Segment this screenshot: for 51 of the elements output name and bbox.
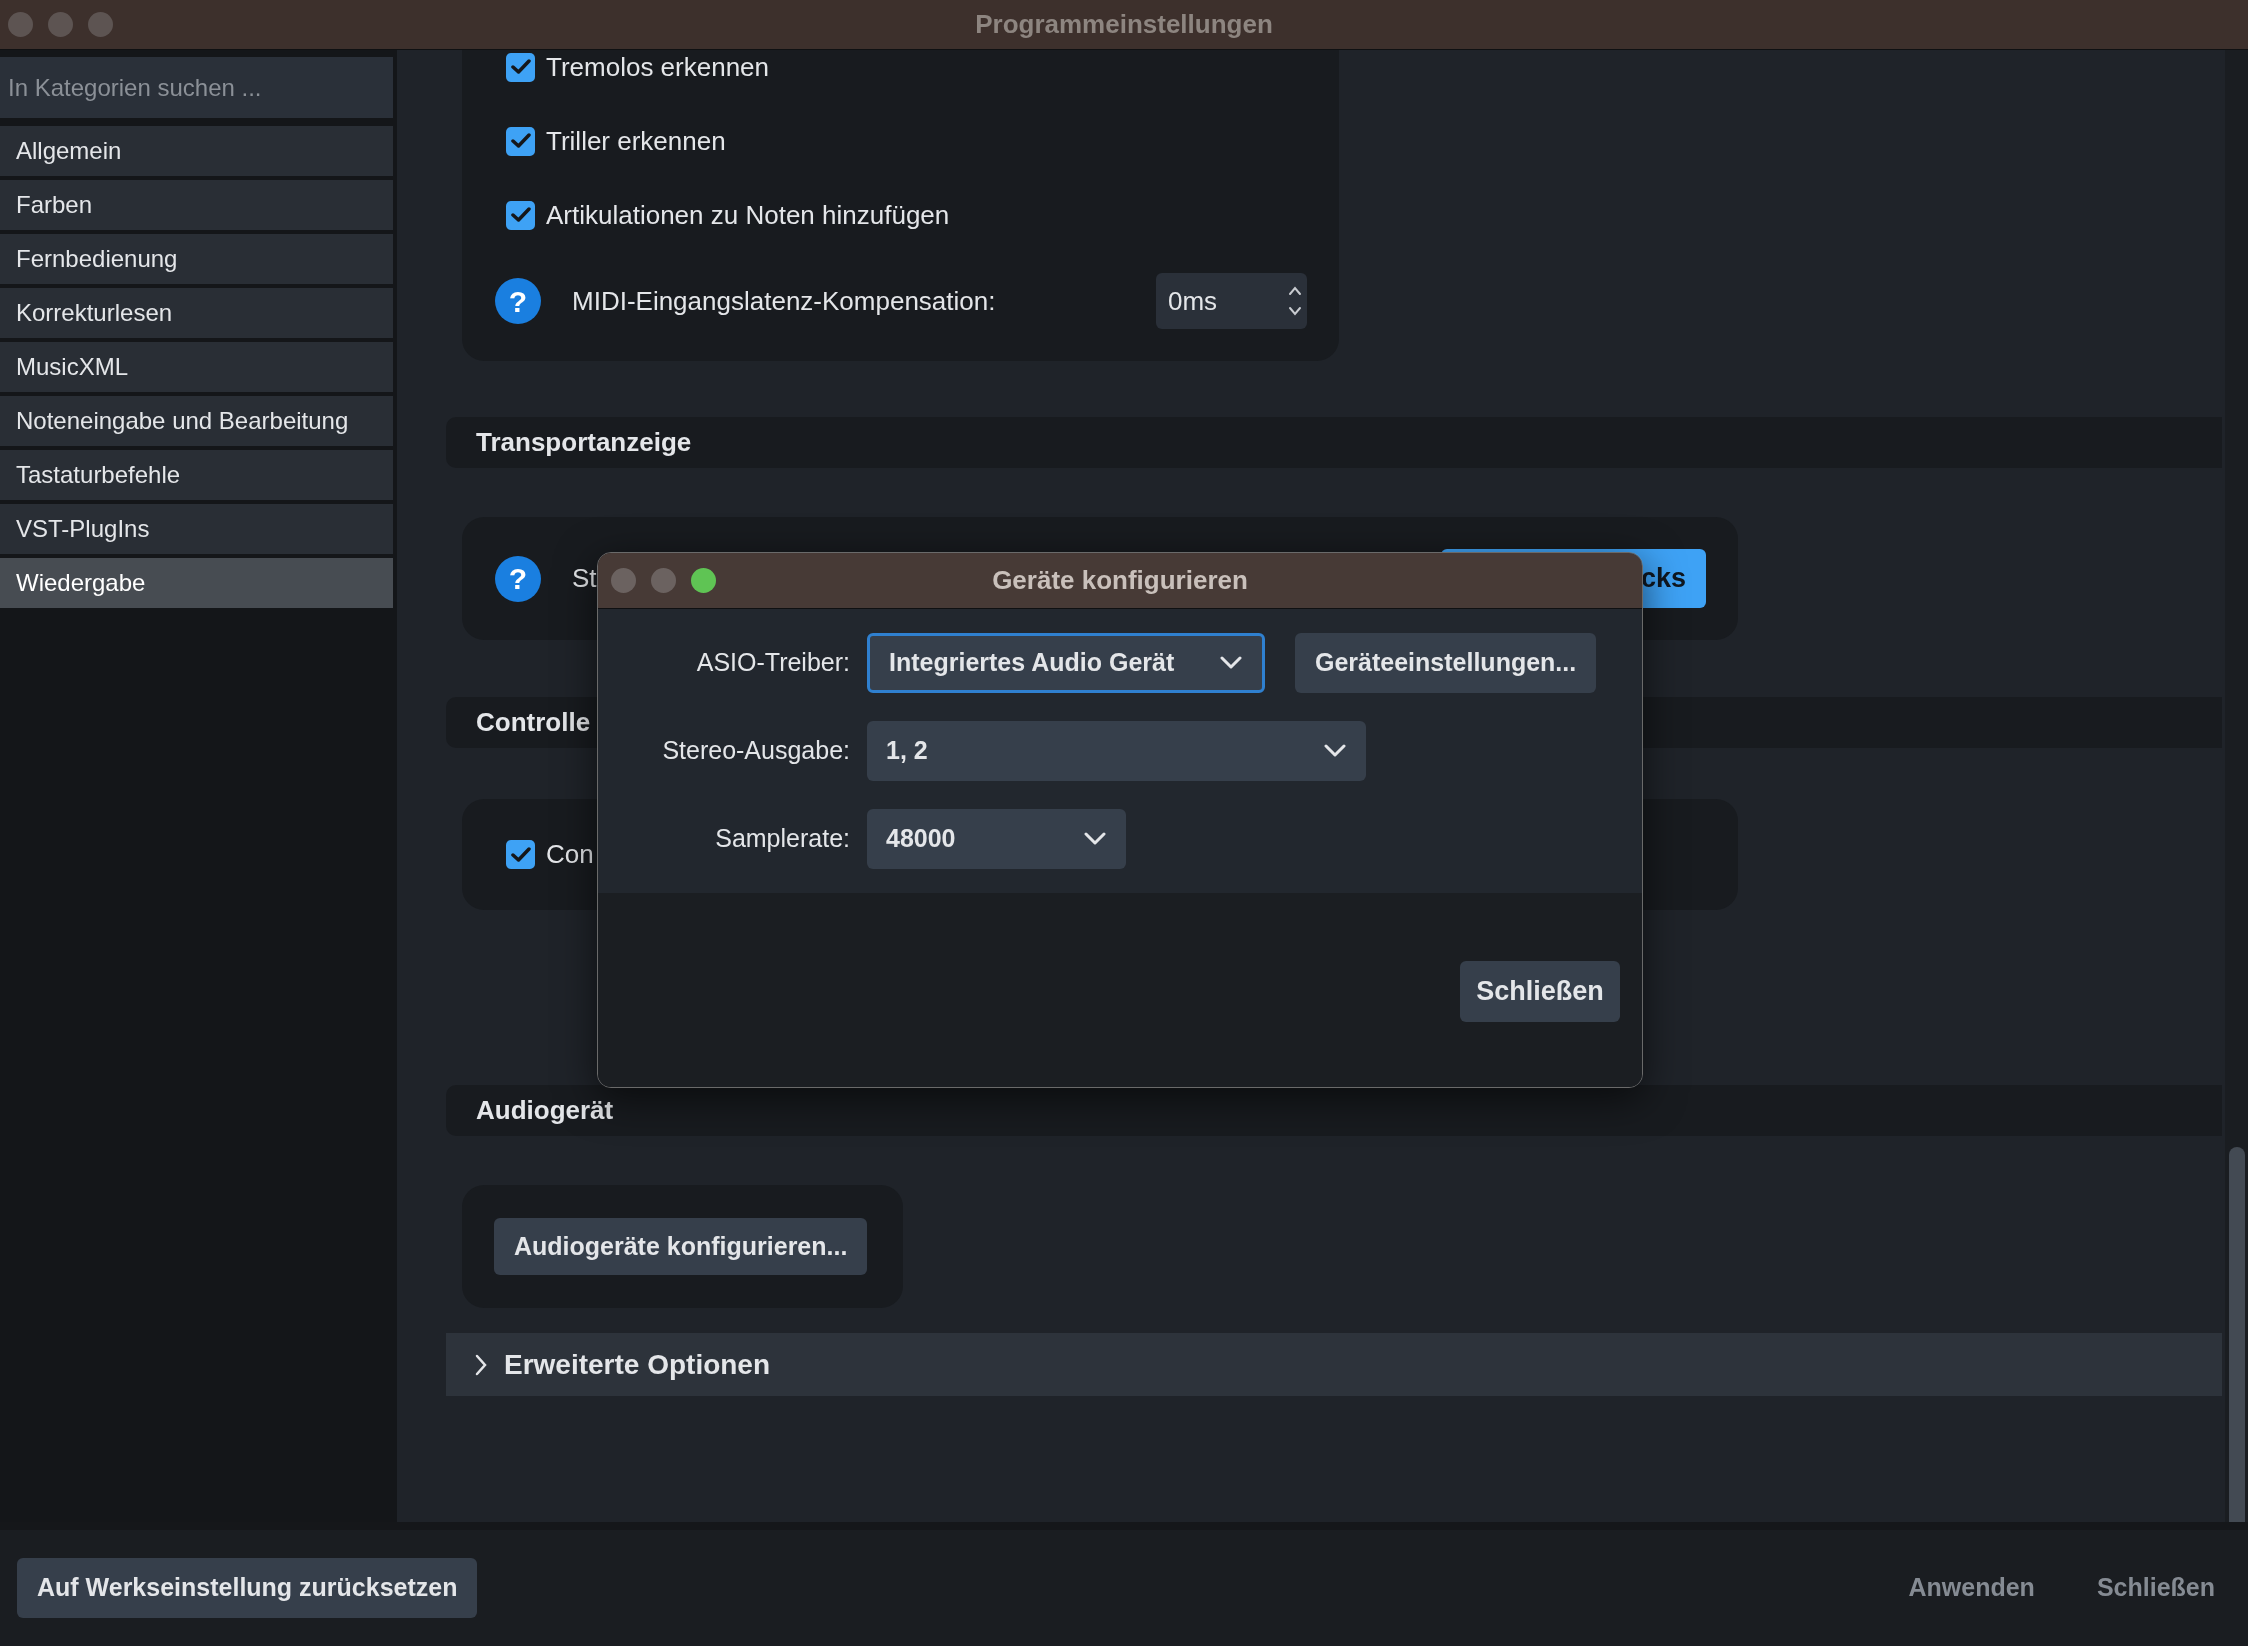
search-field[interactable]: In Kategorien suchen ... — [0, 57, 393, 118]
section-header: Audiogerät — [446, 1085, 2222, 1136]
close-button[interactable]: Schließen — [1460, 961, 1620, 1022]
help-icon[interactable]: ? — [495, 555, 541, 602]
sidebar-item[interactable]: Korrekturlesen — [0, 288, 393, 338]
checkbox[interactable] — [506, 840, 535, 869]
chevron-icon — [474, 1353, 488, 1376]
help-icon[interactable]: ? — [495, 278, 541, 324]
sidebar-item[interactable]: Tastaturbefehle — [0, 450, 393, 500]
window-title: Programmeinstellungen — [975, 8, 1273, 41]
reset-button[interactable]: Auf Werkseinstellung zurücksetzen — [17, 1558, 478, 1618]
device-settings-button[interactable]: Geräteeinstellungen... — [1295, 633, 1597, 693]
sidebar-item[interactable]: Farben — [0, 180, 393, 230]
sidebar-item[interactable]: MusicXML — [0, 342, 393, 392]
sidebar-item[interactable]: VST-PlugIns — [0, 504, 393, 554]
dropdown-value: Integriertes Audio Gerät — [889, 647, 1175, 679]
dropdown[interactable]: 1, 2 — [867, 721, 1366, 781]
checkbox[interactable] — [506, 52, 535, 82]
check-icon — [510, 133, 531, 149]
checkbox-label: Tremolos erkennen — [546, 50, 770, 84]
checkbox-label: Artikulationen zu Noten hinzufügen — [546, 198, 950, 232]
field-label: MIDI-Eingangslatenz-Kompensation: — [572, 284, 996, 318]
check-icon — [510, 59, 531, 75]
check-icon — [510, 207, 531, 223]
setting-label: St — [572, 562, 597, 595]
section-header: Transportanzeige — [446, 417, 2222, 468]
field-label: Samplerate: — [714, 823, 850, 855]
checkbox[interactable] — [506, 126, 535, 156]
chevron-down-icon — [1324, 744, 1346, 758]
spin-box-value: 0ms — [1168, 284, 1218, 318]
sidebar-item[interactable]: Noteneingabe und Bearbeitung — [0, 396, 393, 446]
configure-button[interactable]: Audiogeräte konfigurieren... — [494, 1218, 868, 1275]
checkbox-label: Con — [546, 838, 594, 871]
window-control-icon[interactable] — [691, 568, 716, 593]
sidebar-item[interactable]: Allgemein — [0, 126, 393, 176]
spin-box[interactable]: 0ms — [1156, 273, 1307, 329]
chevron-down-icon — [1220, 656, 1242, 670]
expander-row[interactable]: Erweiterte Optionen — [446, 1333, 2222, 1396]
field-label: ASIO-Treiber: — [695, 647, 850, 679]
dropdown[interactable]: Integriertes Audio Gerät — [867, 633, 1265, 693]
check-icon — [510, 846, 531, 863]
checkbox-label: Triller erkennen — [546, 124, 726, 158]
dialog-title: Geräte konfigurieren — [992, 564, 1248, 597]
sidebar-item[interactable]: Wiedergabe — [0, 558, 393, 608]
sidebar-item[interactable]: Fernbedienung — [0, 234, 393, 284]
chevron-down-icon — [1084, 832, 1106, 846]
dropdown-value: 48000 — [886, 823, 956, 855]
expander-label: Erweiterte Optionen — [504, 1347, 771, 1382]
scrollbar[interactable] — [2225, 50, 2248, 1522]
checkbox[interactable] — [506, 200, 535, 230]
dropdown[interactable]: 48000 — [867, 809, 1126, 869]
